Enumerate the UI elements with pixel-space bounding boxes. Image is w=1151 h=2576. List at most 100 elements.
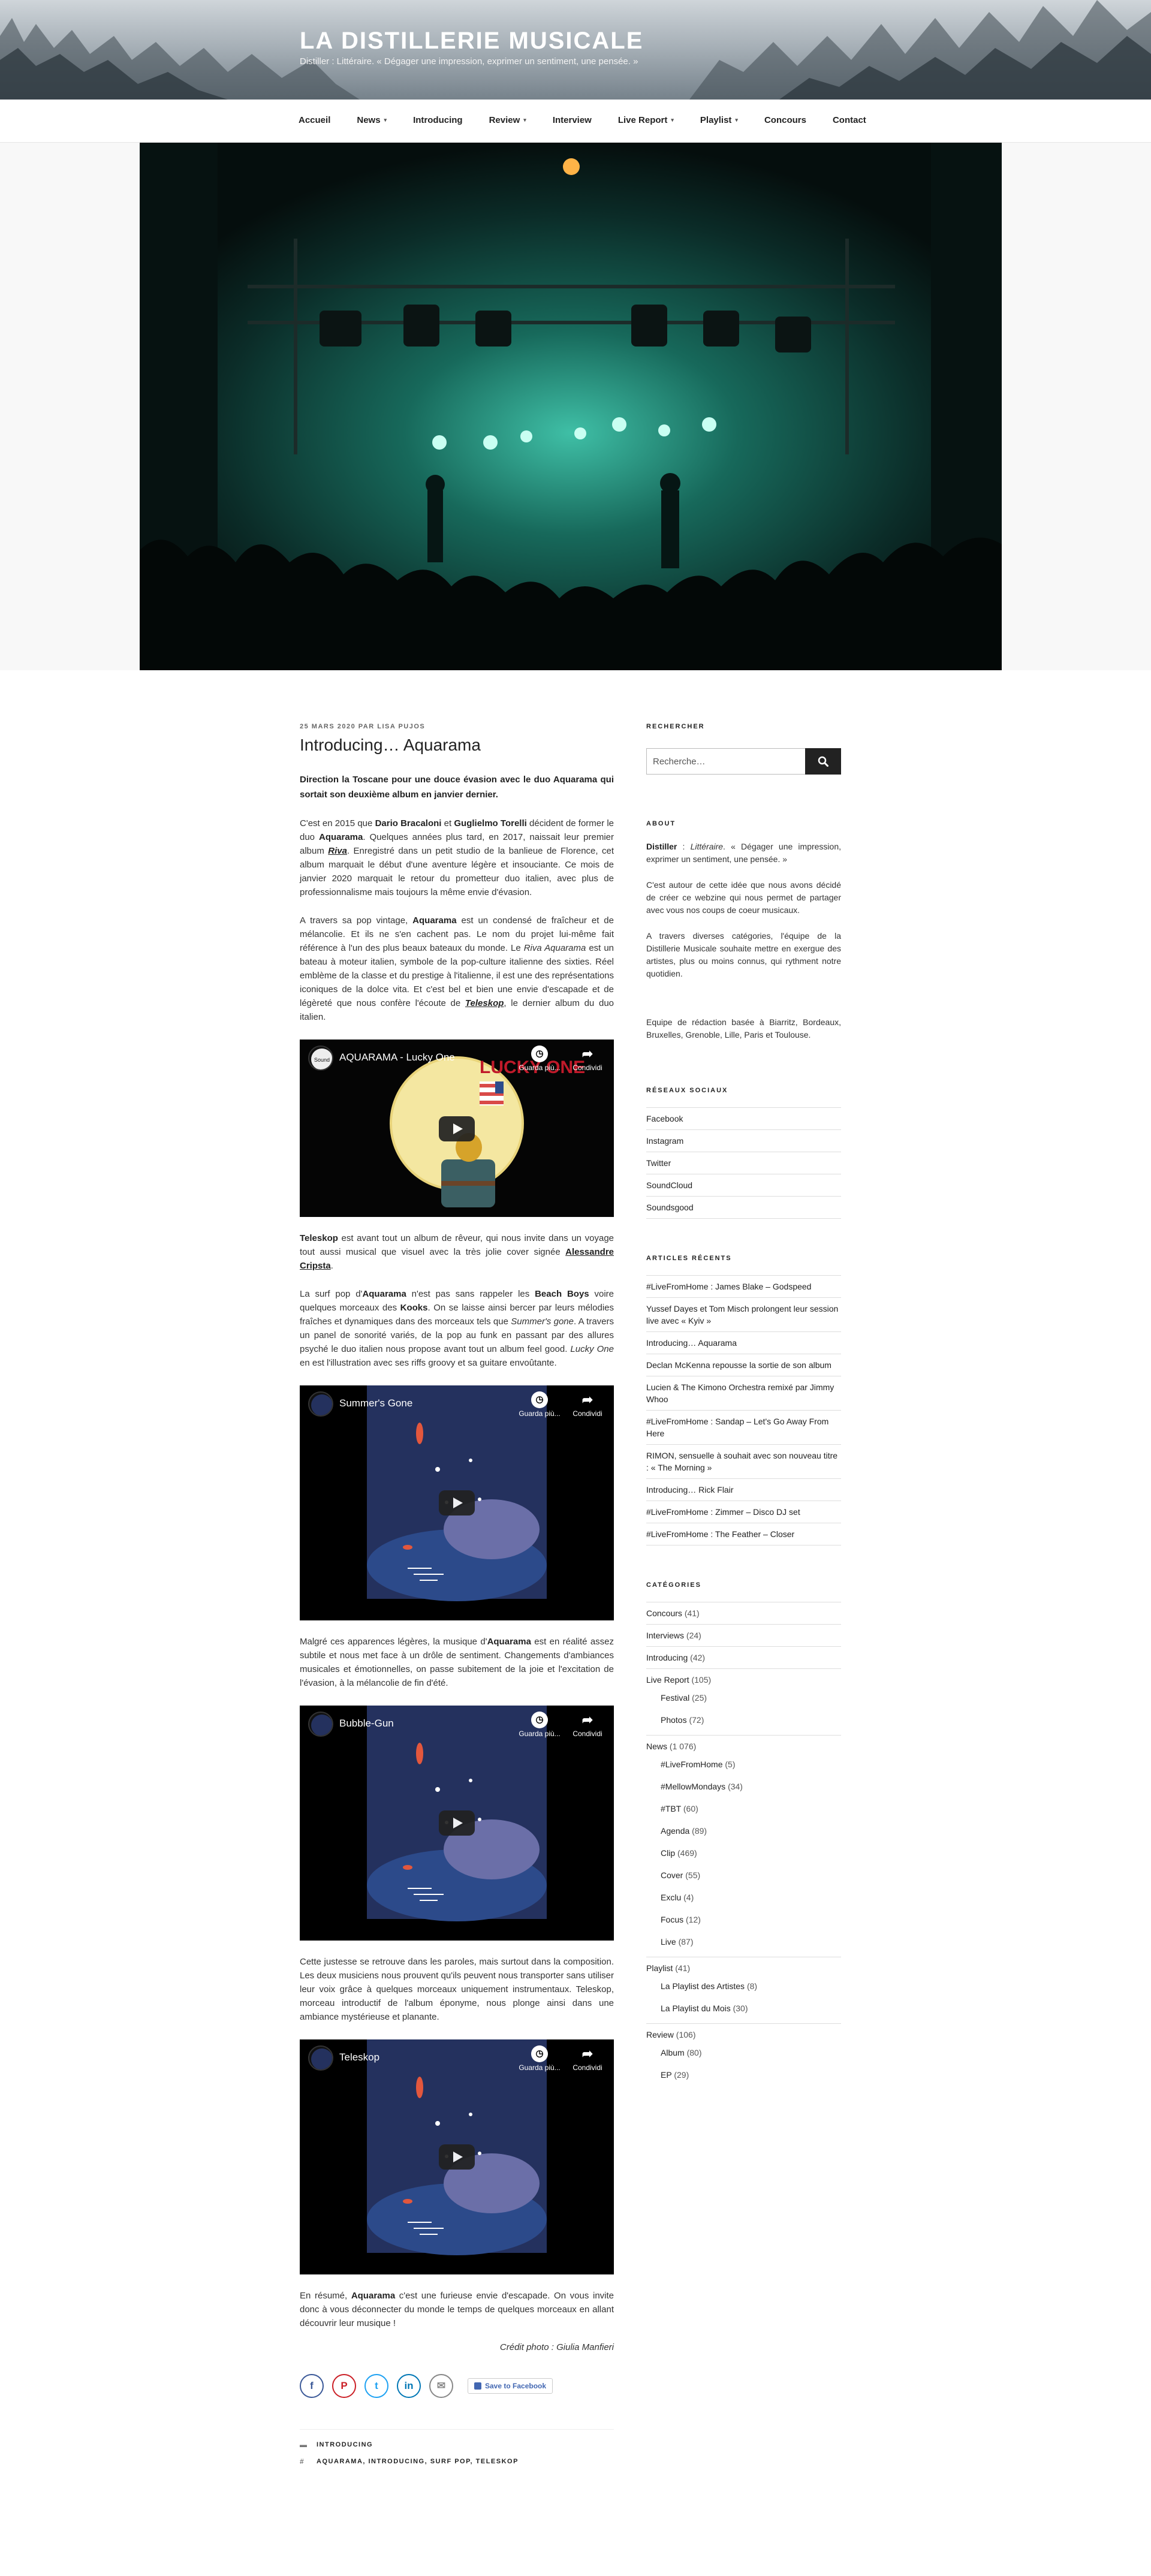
category-item[interactable]: #LiveFromHome (5) (646, 1757, 841, 1779)
nav-item-introducing[interactable]: Introducing (413, 115, 463, 125)
nav-item-interview[interactable]: Interview (553, 115, 592, 125)
share-button[interactable]: ➦ Condividi (564, 2045, 611, 2072)
channel-avatar[interactable] (308, 1391, 333, 1417)
channel-avatar[interactable] (308, 1712, 333, 1737)
channel-avatar[interactable] (308, 2045, 333, 2071)
facebook-share-icon[interactable]: f (300, 2374, 324, 2398)
category-item[interactable]: Review (106) (646, 2023, 841, 2045)
youtube-embed-bubble-gun[interactable]: Bubble-Gun ◷ Guarda più... ➦ Condividi (300, 1706, 614, 1941)
category-item[interactable]: Cover (55) (646, 1868, 841, 1890)
watch-later-button[interactable]: ◷ Guarda più... (516, 1046, 564, 1072)
category-label[interactable]: Live (661, 1937, 676, 1947)
category-item[interactable]: Clip (469) (646, 1846, 841, 1868)
linkedin-share-icon[interactable]: in (397, 2374, 421, 2398)
video-title[interactable]: Teleskop (339, 2051, 379, 2063)
recent-post-link[interactable]: Declan McKenna repousse la sortie de son… (646, 1354, 841, 1376)
watch-later-button[interactable]: ◷ Guarda più... (516, 2045, 564, 2072)
category-item[interactable]: Live (87) (646, 1935, 841, 1957)
category-item[interactable]: Concours (41) (646, 1602, 841, 1624)
site-title[interactable]: LA DISTILLERIE MUSICALE (300, 26, 643, 55)
post-date[interactable]: 25 MARS 2020 (300, 723, 355, 730)
tags-links[interactable]: AQUARAMA, INTRODUCING, SURF POP, TELESKO… (317, 2458, 519, 2465)
nav-item-review[interactable]: Review ▾ (489, 115, 526, 125)
recent-post-link[interactable]: #LiveFromHome : The Feather – Closer (646, 1523, 841, 1545)
category-item[interactable]: La Playlist des Artistes (8) (646, 1979, 841, 2001)
recent-post-link[interactable]: Lucien & The Kimono Orchestra remixé par… (646, 1376, 841, 1410)
category-item[interactable]: Exclu (4) (646, 1890, 841, 1912)
category-link[interactable]: INTRODUCING (317, 2441, 373, 2448)
category-label[interactable]: Festival (661, 1693, 689, 1703)
save-to-facebook-button[interactable]: Save to Facebook (468, 2378, 553, 2394)
link-riva[interactable]: Riva (328, 846, 347, 856)
youtube-embed-lucky-one[interactable]: LUCKY ONE Sound AQUARAMA - Lucky One ◷ Gu… (300, 1040, 614, 1217)
post-author[interactable]: LISA PUJOS (377, 723, 425, 730)
nav-item-contact[interactable]: Contact (833, 115, 866, 125)
category-item[interactable]: Photos (72) (646, 1713, 841, 1735)
share-button[interactable]: ➦ Condividi (564, 1046, 611, 1072)
recent-post-link[interactable]: Yussef Dayes et Tom Misch prolongent leu… (646, 1297, 841, 1331)
play-button[interactable] (439, 1810, 475, 1836)
video-title[interactable]: Bubble-Gun (339, 1718, 394, 1730)
search-input[interactable] (646, 748, 805, 775)
nav-item-live-report[interactable]: Live Report ▾ (618, 115, 674, 125)
category-item[interactable]: Playlist (41) (646, 1957, 841, 1979)
category-label[interactable]: La Playlist du Mois (661, 2003, 731, 2013)
search-button[interactable] (805, 748, 841, 775)
category-label[interactable]: Clip (661, 1848, 675, 1858)
social-link-facebook[interactable]: Facebook (646, 1107, 841, 1129)
video-title[interactable]: AQUARAMA - Lucky One (339, 1052, 455, 1063)
category-item[interactable]: Album (80) (646, 2045, 841, 2068)
play-button[interactable] (439, 2144, 475, 2170)
category-item[interactable]: La Playlist du Mois (30) (646, 2001, 841, 2023)
social-link-soundsgood[interactable]: Soundsgood (646, 1196, 841, 1219)
share-button[interactable]: ➦ Condividi (564, 1391, 611, 1418)
social-link-instagram[interactable]: Instagram (646, 1129, 841, 1152)
watch-later-button[interactable]: ◷ Guarda più... (516, 1391, 564, 1418)
youtube-embed-teleskop[interactable]: Teleskop ◷ Guarda più... ➦ Condividi (300, 2039, 614, 2274)
category-item[interactable]: Live Report (105) (646, 1668, 841, 1691)
link-teleskop[interactable]: Teleskop (465, 998, 504, 1008)
category-label[interactable]: #MellowMondays (661, 1782, 725, 1791)
category-item[interactable]: News (1 076) (646, 1735, 841, 1757)
pinterest-share-icon[interactable]: P (332, 2374, 356, 2398)
category-item[interactable]: EP (29) (646, 2068, 841, 2090)
category-label[interactable]: Playlist (646, 1963, 673, 1973)
nav-item-playlist[interactable]: Playlist ▾ (700, 115, 738, 125)
recent-post-link[interactable]: #LiveFromHome : Zimmer – Disco DJ set (646, 1501, 841, 1523)
category-item[interactable]: Festival (25) (646, 1691, 841, 1713)
category-label[interactable]: Concours (646, 1608, 682, 1618)
category-label[interactable]: Focus (661, 1915, 683, 1924)
category-label[interactable]: News (646, 1742, 667, 1751)
recent-post-link[interactable]: RIMON, sensuelle à souhait avec son nouv… (646, 1444, 841, 1478)
category-item[interactable]: Focus (12) (646, 1912, 841, 1935)
category-label[interactable]: Photos (661, 1715, 687, 1725)
video-title[interactable]: Summer's Gone (339, 1397, 412, 1409)
play-button[interactable] (439, 1116, 475, 1141)
share-button[interactable]: ➦ Condividi (564, 1712, 611, 1738)
category-label[interactable]: Review (646, 2030, 674, 2039)
recent-post-link[interactable]: #LiveFromHome : Sandap – Let's Go Away F… (646, 1410, 841, 1444)
category-label[interactable]: Interviews (646, 1631, 684, 1640)
category-label[interactable]: EP (661, 2070, 671, 2080)
email-share-icon[interactable]: ✉ (429, 2374, 453, 2398)
category-label[interactable]: Cover (661, 1870, 683, 1880)
category-label[interactable]: Introducing (646, 1653, 688, 1662)
category-label[interactable]: La Playlist des Artistes (661, 1981, 745, 1991)
channel-avatar[interactable]: Sound (308, 1046, 333, 1071)
category-item[interactable]: #TBT (60) (646, 1801, 841, 1824)
play-button[interactable] (439, 1490, 475, 1516)
social-link-twitter[interactable]: Twitter (646, 1152, 841, 1174)
watch-later-button[interactable]: ◷ Guarda più... (516, 1712, 564, 1738)
category-label[interactable]: #LiveFromHome (661, 1759, 722, 1769)
category-item[interactable]: Introducing (42) (646, 1646, 841, 1668)
social-link-soundcloud[interactable]: SoundCloud (646, 1174, 841, 1196)
category-label[interactable]: Exclu (661, 1893, 681, 1902)
category-label[interactable]: Album (661, 2048, 685, 2057)
twitter-share-icon[interactable]: t (364, 2374, 388, 2398)
category-label[interactable]: Live Report (646, 1675, 689, 1685)
category-item[interactable]: Agenda (89) (646, 1824, 841, 1846)
nav-item-news[interactable]: News ▾ (357, 115, 387, 125)
nav-item-concours[interactable]: Concours (764, 115, 806, 125)
nav-item-accueil[interactable]: Accueil (299, 115, 330, 125)
recent-post-link[interactable]: Introducing… Rick Flair (646, 1478, 841, 1501)
